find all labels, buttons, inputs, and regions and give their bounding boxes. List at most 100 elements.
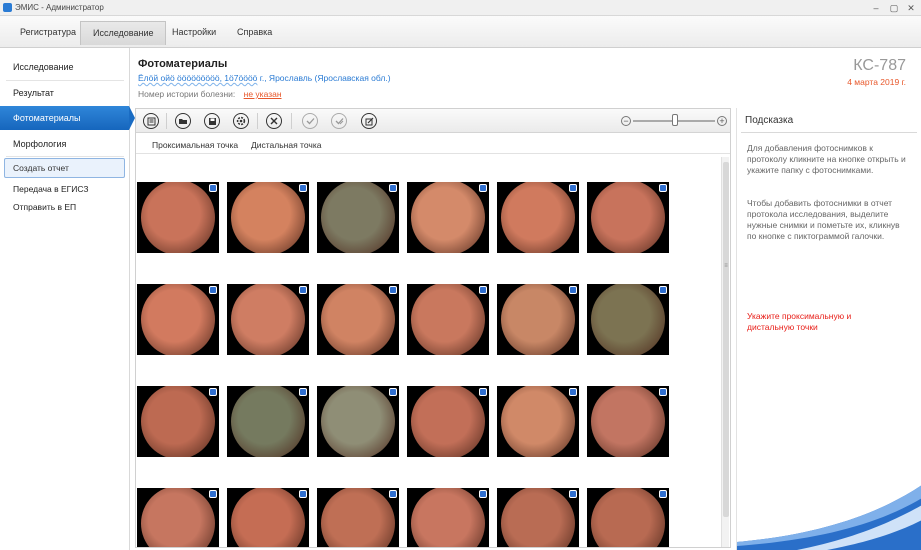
scrollbar-grip-icon: ≡ — [724, 263, 728, 269]
point-tabs: Проксимальная точка Дистальная точка — [136, 134, 730, 154]
gallery-scrollbar[interactable]: ≡ — [721, 157, 729, 547]
endoscopy-image — [321, 182, 395, 253]
maximize-button[interactable]: ▢ — [889, 3, 899, 13]
endoscopy-image — [141, 182, 215, 253]
nav-item-study[interactable]: Исследование — [0, 55, 129, 79]
photo-thumbnail[interactable] — [317, 488, 399, 547]
hint-warning: Укажите проксимальную и дистальную точки — [747, 311, 852, 332]
photo-thumbnail[interactable] — [587, 386, 669, 457]
photo-thumbnail[interactable] — [497, 182, 579, 253]
photo-select-icon[interactable] — [569, 184, 577, 192]
endoscopy-image — [141, 284, 215, 355]
photo-thumbnail[interactable] — [317, 386, 399, 457]
photo-thumbnail[interactable] — [137, 488, 219, 547]
photo-select-icon[interactable] — [389, 184, 397, 192]
nav-item-result[interactable]: Результат — [0, 81, 129, 105]
photo-thumbnail[interactable] — [407, 182, 489, 253]
endoscopy-image — [591, 386, 665, 457]
photo-select-icon[interactable] — [389, 490, 397, 498]
menu-bar: Регистратура Исследование Настройки Спра… — [0, 16, 921, 48]
photo-select-icon[interactable] — [569, 490, 577, 498]
endoscopy-image — [591, 284, 665, 355]
endoscopy-image — [231, 386, 305, 457]
endoscopy-image — [411, 386, 485, 457]
endoscopy-image — [411, 284, 485, 355]
send-ep-link[interactable]: Отправить в ЕП — [13, 202, 76, 212]
nav-item-morphology[interactable]: Морфология — [0, 132, 129, 156]
photo-select-icon[interactable] — [659, 490, 667, 498]
endoscopy-image — [321, 386, 395, 457]
photo-select-icon[interactable] — [299, 184, 307, 192]
photo-thumbnail[interactable] — [317, 284, 399, 355]
photo-select-icon[interactable] — [659, 388, 667, 396]
photo-select-icon[interactable] — [569, 286, 577, 294]
photo-select-icon[interactable] — [209, 286, 217, 294]
patient-info[interactable]: Ёлӧй ойӧ ӧӧӧӧӧӧӧӧӧ, 1ӧ7ӧӧӧӧ г., Ярославл… — [138, 73, 391, 83]
menu-help[interactable]: Справка — [225, 21, 284, 45]
history-value-link[interactable]: не указан — [244, 89, 282, 99]
endoscopy-image — [501, 182, 575, 253]
menu-settings[interactable]: Настройки — [160, 21, 228, 45]
open-folder-icon[interactable] — [175, 113, 191, 129]
close-button[interactable]: ✕ — [906, 3, 916, 13]
photo-select-icon[interactable] — [299, 490, 307, 498]
photo-thumbnail[interactable] — [497, 284, 579, 355]
photo-thumbnail[interactable] — [497, 386, 579, 457]
photo-thumbnail[interactable] — [587, 488, 669, 547]
endoscopy-image — [141, 488, 215, 547]
tab-distal-point[interactable]: Дистальная точка — [251, 140, 321, 150]
photo-thumbnail[interactable] — [227, 386, 309, 457]
report-icon[interactable] — [143, 113, 159, 129]
photo-select-icon[interactable] — [479, 286, 487, 294]
toolbar-divider — [291, 113, 292, 129]
tab-proximal-point[interactable]: Проксимальная точка — [152, 140, 238, 150]
photo-select-icon[interactable] — [659, 184, 667, 192]
photo-thumbnail[interactable] — [137, 386, 219, 457]
photo-thumbnail[interactable] — [497, 488, 579, 547]
photo-select-icon[interactable] — [389, 388, 397, 396]
zoom-out-button[interactable]: − — [621, 116, 631, 126]
photo-select-icon[interactable] — [479, 184, 487, 192]
endoscopy-image — [231, 284, 305, 355]
menu-registry[interactable]: Регистратура — [8, 21, 88, 45]
menu-study[interactable]: Исследование — [80, 21, 167, 45]
photo-thumbnail[interactable] — [587, 284, 669, 355]
photo-select-icon[interactable] — [659, 286, 667, 294]
photo-thumbnail[interactable] — [407, 488, 489, 547]
nav-item-photos[interactable]: Фотоматериалы — [0, 106, 135, 130]
case-id: КС-787 — [853, 57, 906, 74]
zoom-slider-handle[interactable] — [672, 114, 678, 126]
photo-thumbnail[interactable] — [407, 284, 489, 355]
photo-select-icon[interactable] — [479, 490, 487, 498]
photo-select-icon[interactable] — [209, 490, 217, 498]
zoom-in-button[interactable]: + — [717, 116, 727, 126]
photo-thumbnail[interactable] — [317, 182, 399, 253]
photo-thumbnail[interactable] — [227, 488, 309, 547]
settings-icon[interactable] — [233, 113, 249, 129]
send-egisz-link[interactable]: Передача в ЕГИСЗ — [13, 184, 89, 194]
scrollbar-thumb[interactable] — [723, 162, 729, 517]
photo-select-icon[interactable] — [209, 388, 217, 396]
create-report-button[interactable]: Создать отчет — [4, 158, 125, 178]
save-icon[interactable] — [204, 113, 220, 129]
history-number: Номер истории болезни: не указан — [138, 89, 282, 99]
edit-doc-icon[interactable] — [361, 113, 377, 129]
endoscopy-image — [231, 182, 305, 253]
photo-thumbnail[interactable] — [227, 284, 309, 355]
photo-select-icon[interactable] — [479, 388, 487, 396]
photo-select-icon[interactable] — [299, 388, 307, 396]
photo-thumbnail[interactable] — [137, 182, 219, 253]
photo-thumbnail[interactable] — [407, 386, 489, 457]
check-edit-icon[interactable] — [331, 113, 347, 129]
photo-select-icon[interactable] — [299, 286, 307, 294]
endoscopy-image — [411, 182, 485, 253]
minimize-button[interactable]: – — [871, 3, 881, 13]
photo-select-icon[interactable] — [389, 286, 397, 294]
photo-thumbnail[interactable] — [137, 284, 219, 355]
photo-select-icon[interactable] — [569, 388, 577, 396]
check-icon[interactable] — [302, 113, 318, 129]
delete-icon[interactable] — [266, 113, 282, 129]
photo-thumbnail[interactable] — [227, 182, 309, 253]
photo-thumbnail[interactable] — [587, 182, 669, 253]
photo-select-icon[interactable] — [209, 184, 217, 192]
